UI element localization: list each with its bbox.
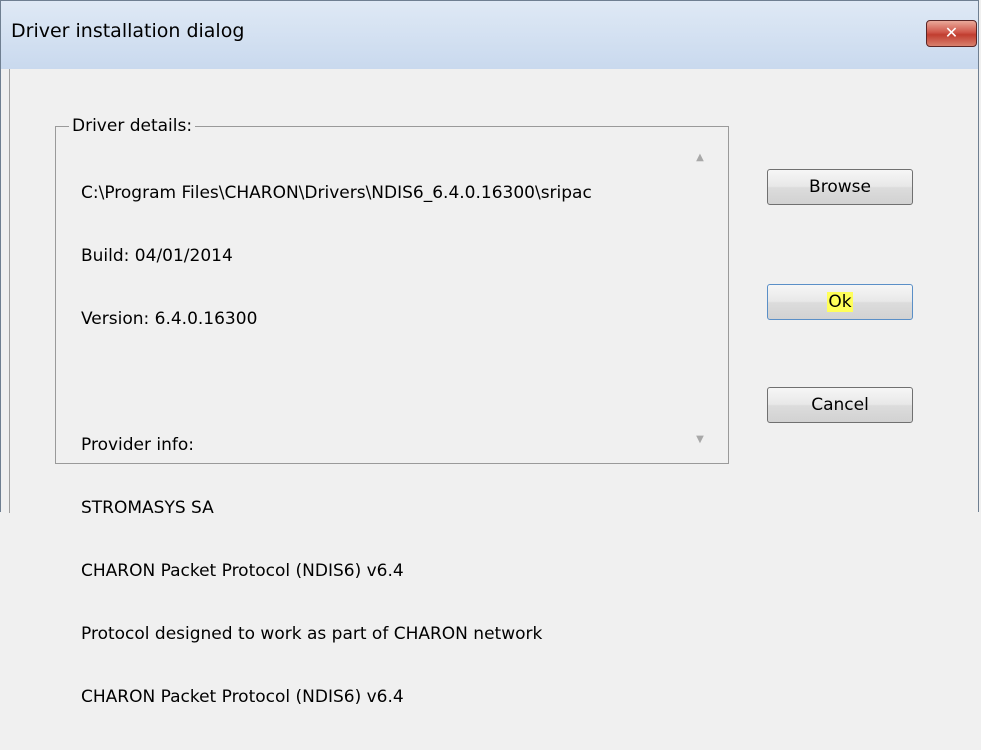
detail-line-path: C:\Program Files\CHARON\Drivers\NDIS6_6.… xyxy=(81,183,592,203)
driver-details-label: Driver details: xyxy=(69,115,196,137)
cancel-button-label: Cancel xyxy=(811,395,869,415)
dialog-client-area: Driver details: C:\Program Files\CHARON\… xyxy=(9,69,973,707)
detail-line-provider: STROMASYS SA xyxy=(81,498,214,518)
scroll-down-arrow-icon[interactable]: ▼ xyxy=(693,433,707,447)
title-bar: Driver installation dialog ✕ xyxy=(1,1,978,69)
detail-line-product: CHARON Packet Protocol (NDIS6) v6.4 xyxy=(81,561,404,581)
detail-line-build: Build: 04/01/2014 xyxy=(81,246,233,266)
driver-details-group: Driver details: C:\Program Files\CHARON\… xyxy=(55,115,729,707)
close-button[interactable]: ✕ xyxy=(926,20,977,47)
browse-button-label: Browse xyxy=(809,177,871,197)
detail-line-provider-heading: Provider info: xyxy=(81,435,195,455)
scroll-up-arrow-icon[interactable]: ▲ xyxy=(693,151,707,165)
detail-line-product-2: CHARON Packet Protocol (NDIS6) v6.4 xyxy=(81,687,404,707)
detail-line-description: Protocol designed to work as part of CHA… xyxy=(81,624,543,644)
cancel-button[interactable]: Cancel xyxy=(767,387,913,423)
ok-button[interactable]: Ok xyxy=(767,284,913,320)
detail-line-blank xyxy=(81,372,706,393)
close-icon: ✕ xyxy=(944,23,959,42)
detail-line-version: Version: 6.4.0.16300 xyxy=(81,309,258,329)
driver-details-text[interactable]: C:\Program Files\CHARON\Drivers\NDIS6_6.… xyxy=(81,141,706,750)
window-title: Driver installation dialog xyxy=(11,20,245,42)
ok-button-label: Ok xyxy=(827,292,853,312)
browse-button[interactable]: Browse xyxy=(767,169,913,205)
dialog-window: Driver installation dialog ✕ Driver deta… xyxy=(0,0,979,707)
